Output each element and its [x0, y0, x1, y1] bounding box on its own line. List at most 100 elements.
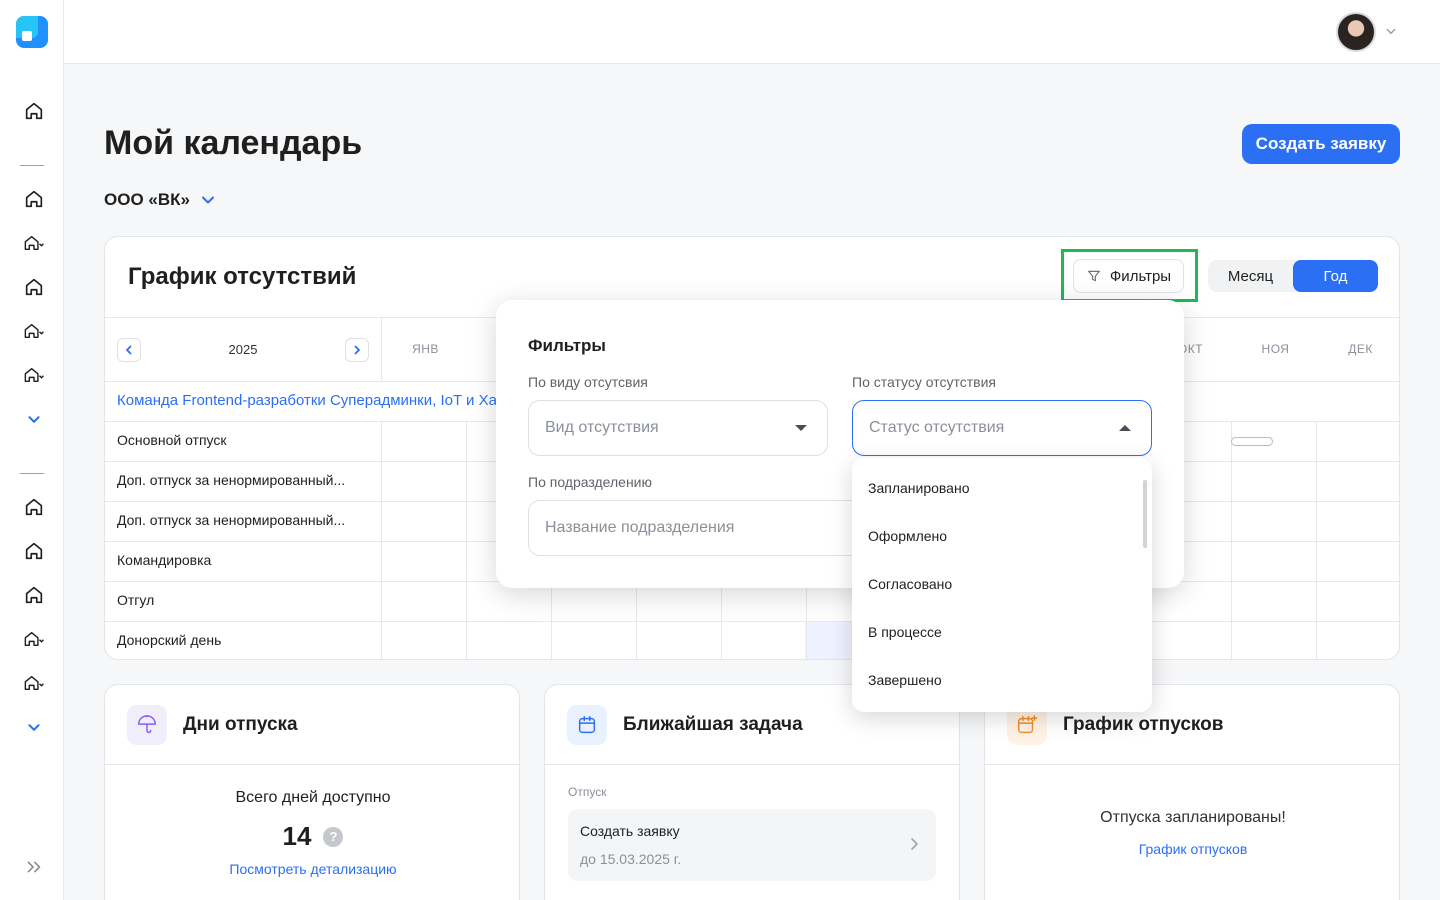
row-label: Доп. отпуск за ненормированный...: [117, 472, 346, 488]
next-year-button[interactable]: [345, 338, 369, 362]
vacation-schedule-status: Отпуска запланированы!: [1100, 809, 1286, 826]
month-label-jan: ЯНВ: [412, 342, 439, 356]
home-icon: [25, 586, 43, 604]
absence-status-label: По статусу отсутствия: [852, 374, 997, 390]
sidebar-expand-button[interactable]: [18, 853, 50, 881]
status-option-completed[interactable]: Завершено: [868, 672, 942, 688]
absence-bar[interactable]: [1231, 437, 1273, 446]
sidebar: [0, 0, 64, 900]
table-row: Донорский день: [105, 621, 1399, 659]
task-category: Отпуск: [568, 785, 607, 799]
status-option-issued[interactable]: Оформлено: [868, 528, 947, 544]
row-label: Командировка: [117, 552, 212, 568]
vacation-total-label: Всего дней доступно: [235, 789, 391, 806]
vacation-detail-wrap: Посмотреть детализацию: [105, 861, 519, 879]
umbrella-icon: [138, 714, 156, 733]
home-icon: [25, 542, 43, 560]
status-dropdown-menu: Запланировано Оформлено Согласовано В пр…: [852, 458, 1152, 712]
double-chevron-right-icon: [27, 861, 41, 873]
vacation-schedule-card: График отпусков Отпуска запланированы! Г…: [984, 684, 1400, 900]
caret-down-icon: [795, 425, 807, 431]
nav-home-expand-icon[interactable]: [18, 625, 50, 653]
organization-name: ООО «ВК»: [104, 190, 190, 209]
card-icon-wrap: [127, 704, 167, 745]
filters-button[interactable]: Фильтры: [1073, 259, 1184, 293]
home-chevron-icon: [24, 324, 44, 338]
nearest-task-title: Ближайшая задача: [623, 713, 803, 735]
home-icon: [25, 278, 43, 296]
view-month-tab[interactable]: Месяц: [1208, 260, 1293, 292]
calendar-plus-icon: [1018, 714, 1038, 733]
home-icon: [25, 190, 43, 208]
month-label-nov: НОЯ: [1261, 342, 1290, 356]
vacation-schedule-link-wrap: График отпусков: [985, 841, 1399, 859]
filters-button-label: Фильтры: [1109, 267, 1172, 285]
page-title: Мой календарь: [104, 124, 363, 162]
nav-home-icon[interactable]: [18, 537, 50, 565]
home-chevron-icon: [24, 236, 44, 250]
caret-up-icon: [1119, 425, 1131, 431]
task-name: Создать заявку: [580, 823, 680, 839]
absence-status-select[interactable]: Статус отсутствия: [852, 400, 1152, 456]
absence-type-select[interactable]: Вид отсутствия: [528, 400, 828, 456]
home-icon: [25, 498, 43, 516]
nav-home-icon[interactable]: [18, 581, 50, 609]
avatar[interactable]: [1336, 12, 1376, 52]
organization-selector[interactable]: ООО «ВК»: [104, 190, 218, 210]
task-due-date: до 15.03.2025 г.: [580, 851, 682, 867]
vacation-detail-link[interactable]: Посмотреть детализацию: [229, 861, 396, 877]
task-item[interactable]: Создать заявку до 15.03.2025 г.: [568, 809, 936, 881]
vacation-schedule-link[interactable]: График отпусков: [1139, 841, 1248, 857]
nav-divider: [20, 473, 44, 474]
chevron-right-icon: [911, 838, 918, 850]
home-icon: [25, 102, 43, 120]
nav-home-expand-icon[interactable]: [18, 669, 50, 697]
help-icon[interactable]: ?: [323, 826, 344, 847]
home-chevron-icon: [24, 676, 44, 690]
chevron-down-icon: [28, 724, 40, 731]
create-request-button[interactable]: Создать заявку: [1242, 124, 1400, 164]
absence-schedule-title: График отсутствий: [128, 263, 357, 290]
nav-divider: [20, 165, 44, 166]
chevron-down-icon: [28, 416, 40, 423]
nav-home-icon[interactable]: [18, 273, 50, 301]
row-label: Отгул: [117, 592, 155, 608]
funnel-icon: [1088, 270, 1100, 282]
chevron-right-icon: [354, 345, 360, 355]
year-label: 2025: [228, 342, 258, 357]
card-icon-wrap: [567, 704, 607, 745]
row-label: Основной отпуск: [117, 432, 227, 448]
top-bar: [64, 0, 1440, 64]
home-chevron-icon: [24, 368, 44, 382]
nav-expand-chevron-icon[interactable]: [18, 713, 50, 741]
department-input[interactable]: [528, 500, 858, 556]
absence-type-placeholder: Вид отсутствия: [545, 419, 659, 436]
view-switch: Месяц Год: [1208, 260, 1378, 292]
vacation-days-title: Дни отпуска: [183, 713, 298, 735]
row-label: Донорский день: [117, 632, 222, 648]
status-option-approved[interactable]: Согласовано: [868, 576, 952, 592]
view-year-tab[interactable]: Год: [1293, 260, 1378, 292]
app-logo[interactable]: [16, 16, 48, 48]
year-navigator: 2025: [105, 318, 381, 382]
nav-home-expand-icon[interactable]: [18, 229, 50, 257]
nav-home-expand-icon[interactable]: [18, 317, 50, 345]
absence-status-placeholder: Статус отсутствия: [869, 419, 1005, 436]
nav-expand-chevron-icon[interactable]: [18, 405, 50, 433]
vacation-days-card: Дни отпуска Всего дней доступно 14 ? Пос…: [104, 684, 520, 900]
team-name-link[interactable]: Команда Frontend-разработки Суперадминки…: [117, 392, 505, 409]
home-chevron-icon: [24, 632, 44, 646]
calendar-icon: [578, 715, 596, 733]
vacation-total: 14 ?: [105, 821, 519, 852]
nav-home-icon[interactable]: [18, 185, 50, 213]
vacation-schedule-title: График отпусков: [1063, 713, 1224, 735]
dropdown-scrollbar[interactable]: [1143, 480, 1147, 548]
status-option-planned[interactable]: Запланировано: [868, 480, 970, 496]
nav-home-icon[interactable]: [18, 97, 50, 125]
nav-home-icon[interactable]: [18, 493, 50, 521]
status-option-in-progress[interactable]: В процессе: [868, 624, 942, 640]
absence-type-label: По виду отсутсвия: [528, 374, 648, 390]
nav-home-expand-icon[interactable]: [18, 361, 50, 389]
chevron-down-icon[interactable]: [1382, 22, 1400, 40]
nearest-task-card: Ближайшая задача Отпуск Создать заявку д…: [544, 684, 960, 900]
